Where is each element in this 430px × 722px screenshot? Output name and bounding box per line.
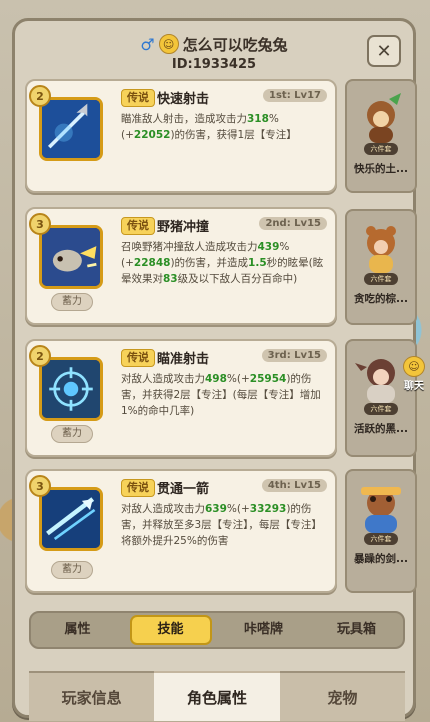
skill-name: 贯通一箭 xyxy=(157,482,210,497)
pet-set-badge: 六件套 xyxy=(364,533,398,545)
skill-card-2[interactable]: 3 传说 野猪冲撞 2nd: Lv15 召唤野猪冲撞敌人造成攻击力439%(+2… xyxy=(25,207,337,325)
tab-character-attributes[interactable]: 角色属性 xyxy=(154,671,280,721)
chat-label: 聊天 xyxy=(404,381,424,392)
skill-description: 对敌人造成攻击力498%(+25954)的伤害，并获得2层【专注】(每层【专注】… xyxy=(121,373,321,417)
charge-button[interactable]: 蓄力 xyxy=(51,561,93,579)
skill-rank-badge: 3 xyxy=(29,475,51,497)
skill-card-1[interactable]: 2 传说 快速射击 1st: Lv17 瞄准敌人射击，造成攻击力318%(+22… xyxy=(25,79,337,193)
bottom-tabbar: 玩家信息 角色属性 宠物 xyxy=(29,671,405,721)
detail-tabbar: 属性 技能 咔嗒牌 玩具箱 xyxy=(29,611,405,649)
skill-rank-badge: 2 xyxy=(29,345,51,367)
monkey-pet-icon xyxy=(367,93,401,143)
skill-description: 召唤野猪冲撞敌人造成攻击力439%(+22848)的伤害，并造成1.5秒的眩晕(… xyxy=(121,241,324,285)
skill-card-4[interactable]: 3 传说 贯通一箭 4th: Lv15 对敌人造成攻击力639%(+33293)… xyxy=(25,469,337,593)
chat-button[interactable]: ☺ 聊天 xyxy=(398,356,430,392)
close-icon: ✕ xyxy=(376,40,392,62)
legendary-tag: 传说 xyxy=(121,479,155,497)
pet-card-1[interactable]: 六件套 快乐的土... xyxy=(345,79,417,193)
skill-level: 3rd: Lv15 xyxy=(261,349,327,362)
skill-rank-badge: 2 xyxy=(29,85,51,107)
legendary-tag: 传说 xyxy=(121,89,155,107)
tab-player-info[interactable]: 玩家信息 xyxy=(29,671,155,721)
skill-icon-rapid-shot xyxy=(39,97,103,161)
boar-icon xyxy=(42,228,100,286)
tab-skills[interactable]: 技能 xyxy=(129,615,212,645)
tab-cards[interactable]: 咔嗒牌 xyxy=(223,615,305,645)
skill-icon-boar-charge xyxy=(39,225,103,289)
smiley-icon: ☺ xyxy=(158,34,179,54)
close-button[interactable]: ✕ xyxy=(367,35,401,67)
charge-button[interactable]: 蓄力 xyxy=(51,293,93,311)
gender-icon: ♂ xyxy=(140,34,155,54)
skill-description: 瞄准敌人射击，造成攻击力318%(+22052)的伤害，获得1层【专注】 xyxy=(121,113,297,141)
bear-pet-icon xyxy=(366,226,396,273)
pet-set-badge: 六件套 xyxy=(364,403,398,415)
skill-name: 快速射击 xyxy=(157,92,210,107)
tab-pets[interactable]: 宠物 xyxy=(279,671,405,721)
charge-button[interactable]: 蓄力 xyxy=(51,425,93,443)
pet-name: 暴躁的剑... xyxy=(354,553,408,565)
legendary-tag: 传说 xyxy=(121,217,155,235)
pet-name: 快乐的土... xyxy=(354,163,408,175)
player-profile-panel: ♂ ☺ 怎么可以吃兔兔 ID:1933425 ✕ 2 传说 快速射击 1st: … xyxy=(12,18,417,721)
pet-set-badge: 六件套 xyxy=(364,143,398,155)
skill-description: 对敌人造成攻击力639%(+33293)的伤害，并释放至多3层【专注】，每层【专… xyxy=(121,503,322,547)
pet-card-2[interactable]: 六件套 贪吃的棕... xyxy=(345,209,417,325)
tab-toybox[interactable]: 玩具箱 xyxy=(316,615,398,645)
chat-smiley-icon: ☺ xyxy=(403,356,425,377)
piercing-arrow-icon xyxy=(42,490,100,548)
skill-level: 4th: Lv15 xyxy=(261,479,327,492)
pet-name: 活跃的黑... xyxy=(354,423,408,435)
skill-level: 1st: Lv17 xyxy=(263,89,327,102)
player-name: 怎么可以吃兔兔 xyxy=(182,35,288,54)
crosshair-icon xyxy=(42,360,100,418)
pet-card-4[interactable]: 六件套 暴躁的剑... xyxy=(345,469,417,593)
pet-set-badge: 六件套 xyxy=(364,273,398,285)
skill-name: 瞄准射击 xyxy=(157,352,210,367)
skill-icon-aimed-shot xyxy=(39,357,103,421)
dog-pet-icon xyxy=(361,487,401,533)
skill-rank-badge: 3 xyxy=(29,213,51,235)
skill-icon-piercing-arrow xyxy=(39,487,103,551)
skill-card-3[interactable]: 2 传说 瞄准射击 3rd: Lv15 对敌人造成攻击力498%(+25954)… xyxy=(25,339,337,457)
player-title: ♂ ☺ 怎么可以吃兔兔 xyxy=(15,33,413,55)
tab-attributes[interactable]: 属性 xyxy=(37,615,119,645)
skill-name: 野猪冲撞 xyxy=(157,220,210,235)
arrow-icon xyxy=(42,100,100,158)
pet-name: 贪吃的棕... xyxy=(354,293,408,305)
legendary-tag: 传说 xyxy=(121,349,155,367)
player-id: ID:1933425 xyxy=(171,57,257,72)
skill-level: 2nd: Lv15 xyxy=(259,217,327,230)
